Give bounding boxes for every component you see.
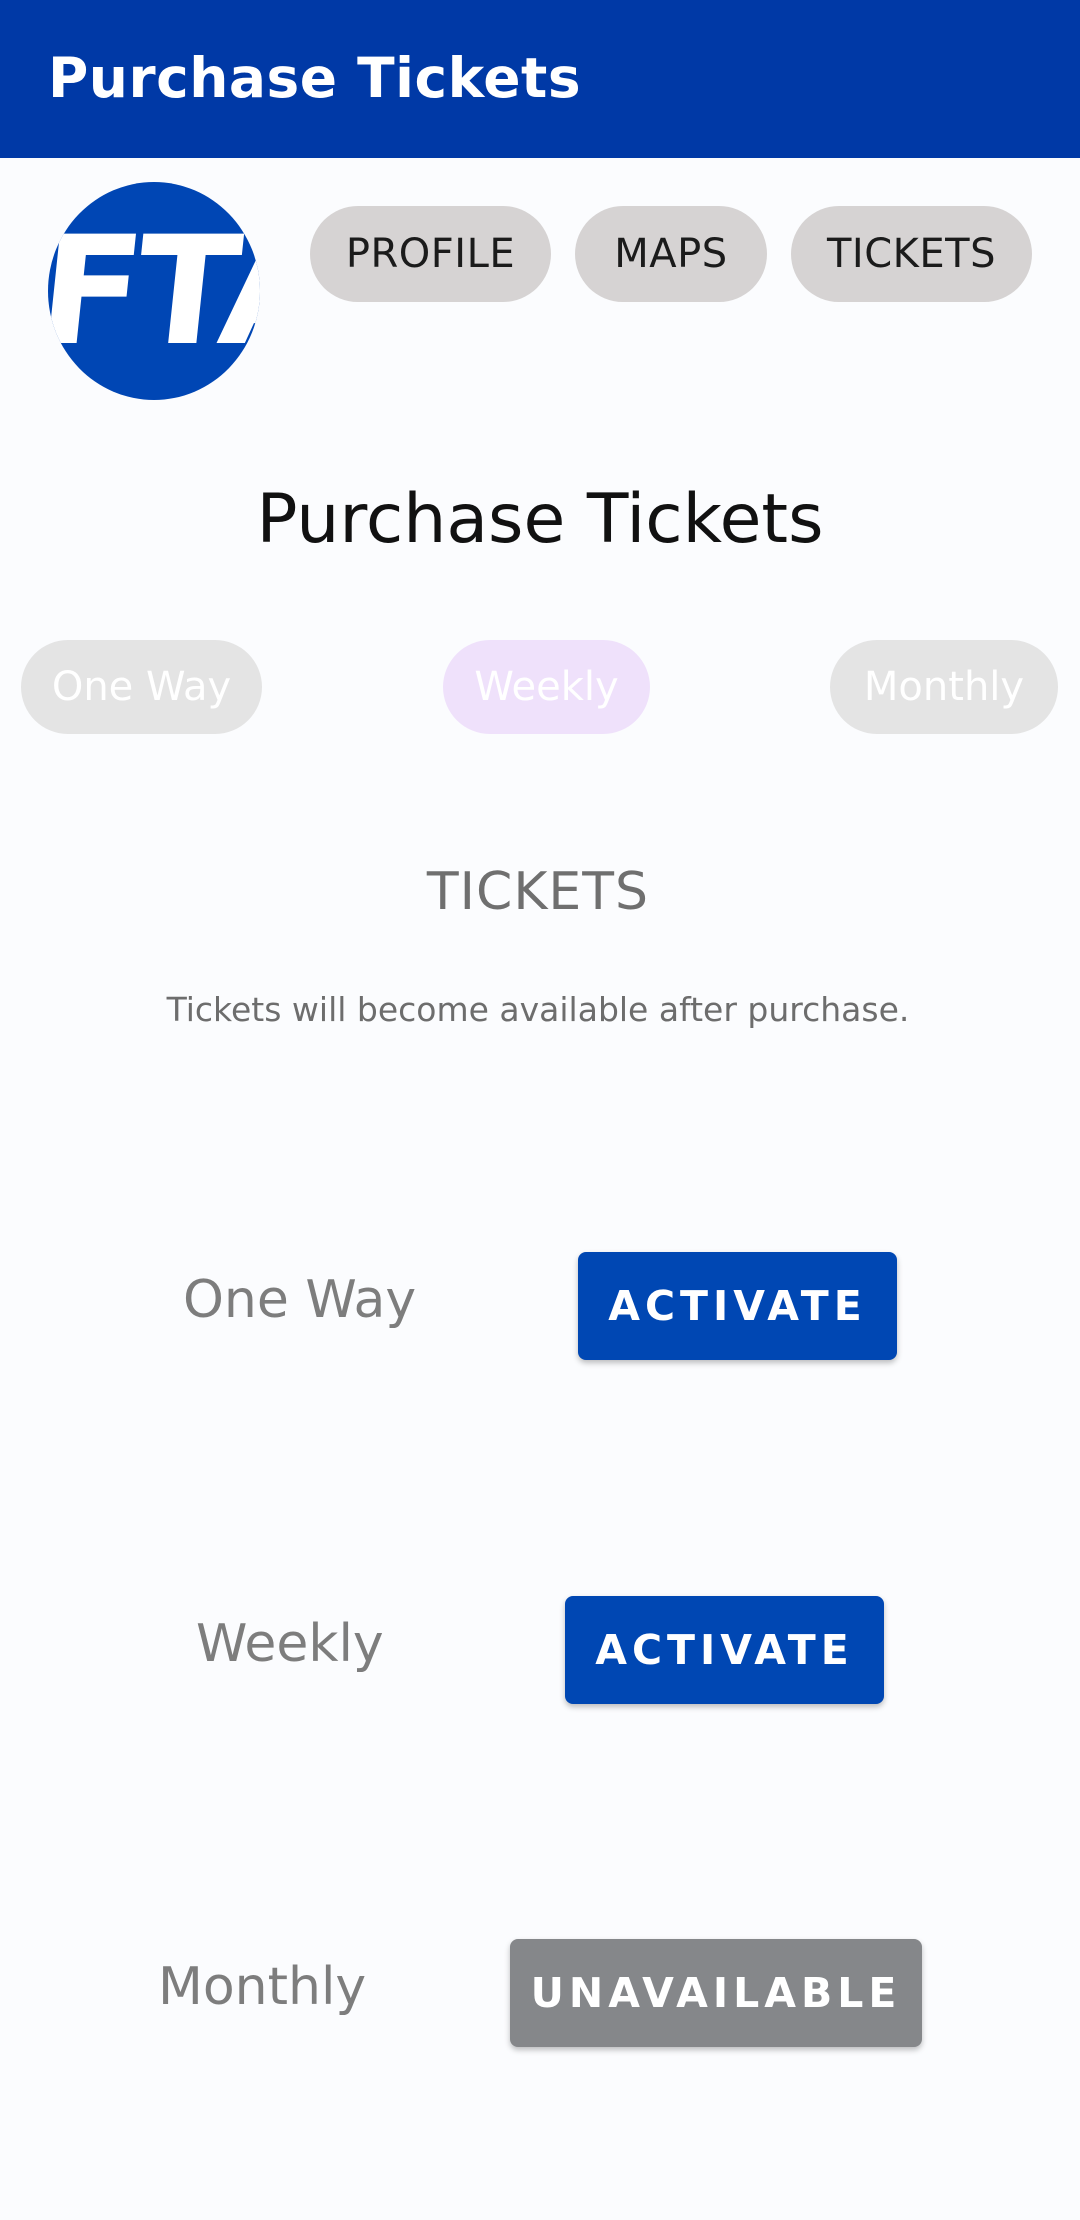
page-title: Purchase Tickets	[256, 480, 824, 559]
unavailable-monthly-button[interactable]: UNAVAILABLE	[510, 1939, 922, 2047]
tickets-button[interactable]: TICKETS	[791, 206, 1032, 302]
logo-text: FTA	[48, 205, 260, 379]
app-bar-title: Purchase Tickets	[48, 46, 582, 110]
weekly-chip[interactable]: Weekly	[443, 640, 650, 734]
one-way-ticket-label: One Way	[183, 1270, 417, 1330]
activate-weekly-button[interactable]: ACTIVATE	[565, 1596, 884, 1704]
tickets-section-title: TICKETS	[426, 862, 650, 922]
maps-button[interactable]: MAPS	[575, 206, 767, 302]
monthly-ticket-label: Monthly	[158, 1957, 367, 2017]
one-way-chip[interactable]: One Way	[21, 640, 262, 734]
profile-button[interactable]: PROFILE	[310, 206, 551, 302]
monthly-chip[interactable]: Monthly	[830, 640, 1058, 734]
tickets-helper-text: Tickets will become available after purc…	[166, 990, 910, 1029]
fta-logo: FTA	[48, 182, 260, 400]
weekly-ticket-label: Weekly	[196, 1614, 384, 1674]
app-bar: Purchase Tickets	[0, 0, 1080, 158]
activate-one-way-button[interactable]: ACTIVATE	[578, 1252, 897, 1360]
